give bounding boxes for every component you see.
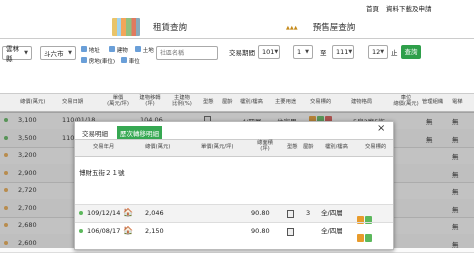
type-land2-option[interactable]: 土地 <box>135 46 154 55</box>
col-header-unit: 單價 (萬元/坪) <box>107 95 129 107</box>
building-type-icon <box>287 228 294 236</box>
modal-row-floor: 全/四層 <box>321 209 343 217</box>
modal-row-area: 90.80 <box>251 209 270 217</box>
modal-row[interactable]: 106/08/17 🏠 2,150 90.80 全/四層 <box>75 222 393 242</box>
close-icon[interactable]: × <box>377 123 385 134</box>
home-link[interactable]: 首頁 <box>366 6 379 13</box>
checkbox-icon <box>121 57 127 63</box>
type-car-option[interactable]: 車位 <box>121 57 140 66</box>
table-header: 總價(萬元) 交易日期 單價 (萬元/坪) 建物移轉 (坪) 主建物 比例(%)… <box>0 93 474 113</box>
modal-group-label: 博財五街２１號 <box>79 169 125 177</box>
chevron-down-icon: ▼ <box>380 49 385 55</box>
chevron-down-icon: ▼ <box>68 50 72 56</box>
type-parking-option[interactable]: 房地(車位) <box>81 57 115 66</box>
tab-detail[interactable]: 交易明細 <box>79 126 111 140</box>
county-value: 雲林縣 <box>6 45 19 63</box>
house-icon: 🏠 <box>123 226 133 235</box>
tab-underline <box>0 38 474 39</box>
modal-row-floor: 全/四層 <box>321 227 343 235</box>
col-header-floor: 樓別/樓高 <box>240 99 263 105</box>
tab-history[interactable]: 歷次轉移明細 <box>117 126 162 140</box>
building-badge-icon <box>365 234 372 242</box>
modal-row-date: 106/08/17 <box>87 227 121 235</box>
col-header-type: 型態 <box>203 99 214 105</box>
modal-row-date: 109/12/14 <box>87 209 121 217</box>
target-badges <box>357 227 373 246</box>
county-select[interactable]: 雲林縣 ▼ <box>2 45 32 63</box>
to-month-select[interactable]: 12 ▼ <box>368 45 388 59</box>
chevron-down-icon: ▼ <box>305 49 309 55</box>
modal-col-type: 型態 <box>287 144 298 150</box>
col-header-total: 總價(萬元) <box>20 99 46 105</box>
to-year-value: 111 <box>336 48 349 56</box>
detail-modal: 交易明細 歷次轉移明細 × 交易年月 總價(萬元) 單價(萬元/坪) 總面積 (… <box>74 121 394 250</box>
type-building-label: 建物 <box>116 48 128 54</box>
type-land2-label: 土地 <box>142 48 154 54</box>
modal-row-total: 2,046 <box>145 209 164 217</box>
col-header-target: 交易標的 <box>310 99 332 105</box>
modal-col-target: 交易標的 <box>365 144 387 150</box>
building-type-icon <box>287 210 294 218</box>
to-year-select[interactable]: 111 ▼ <box>332 45 354 59</box>
type-land-option[interactable]: 地址 <box>81 46 100 55</box>
to-month-value: 12 <box>372 48 381 56</box>
to-label: 至 <box>320 49 327 57</box>
chevron-down-icon: ▼ <box>274 49 279 55</box>
end-label: 止 <box>391 49 398 57</box>
tab-rental[interactable]: 租賃查詢 <box>68 16 233 38</box>
col-header-ratio: 主建物 比例(%) <box>172 95 192 107</box>
type-land-label: 地址 <box>88 48 100 54</box>
status-dot-icon <box>79 229 83 233</box>
modal-col-floor: 樓別/樓高 <box>325 144 348 150</box>
modal-row-total: 2,150 <box>145 227 164 235</box>
col-header-age: 屋齡 <box>222 99 233 105</box>
land-badge-icon <box>357 234 364 242</box>
modal-row[interactable]: 109/12/14 🏠 2,046 90.80 3 全/四層 <box>75 204 393 224</box>
town-value: 斗六市 <box>44 50 64 58</box>
col-header-use: 主要用途 <box>275 99 297 105</box>
modal-col-age: 屋齡 <box>303 144 314 150</box>
modal-col-total: 總價(萬元) <box>145 144 171 150</box>
col-header-parking: 車位 總價(萬元) <box>393 95 419 107</box>
checkbox-icon <box>109 46 115 52</box>
col-header-date: 交易日期 <box>62 99 84 105</box>
tab-rental-label: 租賃查詢 <box>152 23 187 33</box>
community-input[interactable] <box>156 46 218 60</box>
tab-presale-label: 預售屋查詢 <box>312 23 356 33</box>
status-dot-icon <box>79 211 83 215</box>
from-month-select[interactable]: 1 ▼ <box>293 45 313 59</box>
col-header-layout: 建物格局 <box>351 99 373 105</box>
modal-row-age: 3 <box>306 209 311 217</box>
type-building-option[interactable]: 建物 <box>109 46 128 55</box>
from-year-select[interactable]: 101 ▼ <box>258 45 280 59</box>
modal-col-unit: 單價(萬元/坪) <box>201 144 234 150</box>
modal-col-date: 交易年月 <box>93 144 115 150</box>
modal-row-area: 90.80 <box>251 227 270 235</box>
house-icon: 🏠 <box>123 208 133 217</box>
col-header-area: 建物移轉 (坪) <box>139 95 161 107</box>
type-car-label: 車位 <box>128 59 140 65</box>
col-header-mgmt: 管理組織 <box>422 99 444 105</box>
chevron-down-icon: ▼ <box>348 49 353 55</box>
checkbox-icon <box>135 46 141 52</box>
town-select[interactable]: 斗六市 ▼ <box>40 46 76 60</box>
checkbox-icon <box>81 57 87 63</box>
modal-col-area: 總面積 (坪) <box>257 140 273 152</box>
download-link[interactable]: 資料下載及申請 <box>386 6 432 13</box>
search-button[interactable]: 查詢 <box>401 45 421 59</box>
modal-table-header: 交易年月 總價(萬元) 單價(萬元/坪) 總面積 (坪) 型態 屋齡 樓別/樓高… <box>75 139 393 157</box>
city-illustration <box>112 18 140 36</box>
chevron-down-icon: ▼ <box>24 50 28 56</box>
period-label: 交易期間 <box>229 49 255 57</box>
col-header-elevator: 電梯 <box>452 99 463 105</box>
checkbox-icon <box>81 46 87 52</box>
from-year-value: 101 <box>262 48 275 56</box>
from-month-value: 1 <box>297 48 302 56</box>
tab-presale[interactable]: ▲▲▲ 預售屋查詢 <box>268 16 448 38</box>
type-parking-label: 房地(車位) <box>88 59 116 65</box>
